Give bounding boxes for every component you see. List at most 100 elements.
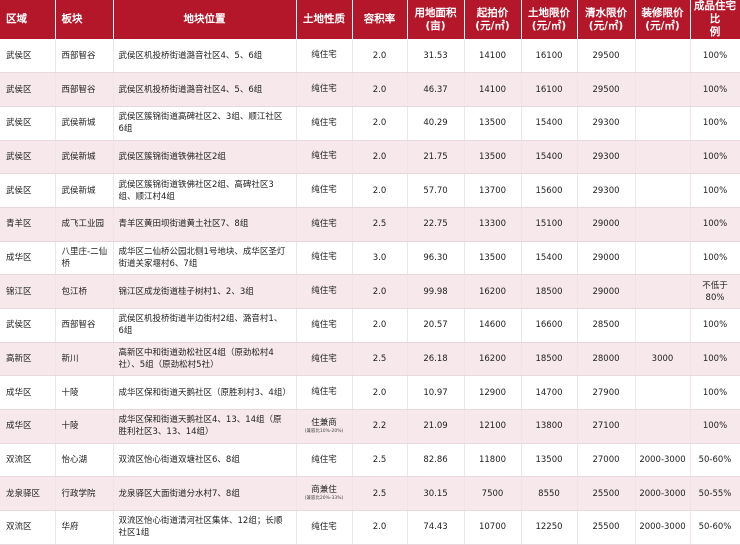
- cell-plot-ratio: 2.0: [352, 106, 408, 141]
- cell-land-limit: 16100: [521, 72, 578, 107]
- cell-finished-ratio: 100%: [690, 39, 740, 74]
- cell-land-limit: 15400: [521, 241, 578, 276]
- cell-area: 31.53: [407, 39, 465, 74]
- cell-sector: 八里庄-二仙桥: [55, 241, 114, 276]
- cell-land-limit: 15400: [521, 106, 578, 141]
- nature-label: 纯住宅: [311, 50, 337, 61]
- cell-water-limit: 29000: [577, 274, 636, 309]
- cell-nature: 纯住宅: [296, 241, 353, 276]
- cell-plot-ratio: 2.5: [352, 342, 408, 377]
- cell-water-limit: 27100: [577, 409, 636, 444]
- cell-water-limit: 25500: [577, 510, 636, 545]
- cell-plot-ratio: 2.0: [352, 173, 408, 208]
- nature-label: 纯住宅: [311, 117, 337, 128]
- cell-land-limit: 15100: [521, 207, 578, 242]
- cell-nature: 纯住宅: [296, 140, 353, 175]
- cell-sector: 十陵: [55, 409, 114, 444]
- cell-finished-ratio: 100%: [690, 241, 740, 276]
- cell-start-price: 7500: [464, 476, 522, 512]
- cell-plot-ratio: 2.0: [352, 72, 408, 107]
- cell-plot-ratio: 3.0: [352, 241, 408, 276]
- cell-deco-limit: 2000-3000: [635, 510, 691, 545]
- cell-district: 武侯区: [0, 39, 56, 74]
- cell-water-limit: 29500: [577, 39, 636, 74]
- cell-water-limit: 28500: [577, 308, 636, 343]
- cell-district: 青羊区: [0, 207, 56, 242]
- cell-water-limit: 29300: [577, 173, 636, 208]
- cell-nature: 纯住宅: [296, 173, 353, 208]
- land-auction-table: 区域 板块 地块位置 土地性质 容积率 用地面积 (亩) 起拍价 (元/㎡) 土地限…: [0, 0, 740, 545]
- cell-water-limit: 29000: [577, 207, 636, 242]
- nature-label: 纯住宅: [311, 151, 337, 162]
- cell-sector: 十陵: [55, 375, 114, 411]
- cell-district: 武侯区: [0, 173, 56, 208]
- cell-finished-ratio: 100%: [690, 308, 740, 343]
- cell-area: 20.57: [407, 308, 465, 343]
- table-row: 高新区 新川 高新区中和街道劲松社区4组（原劲松村4社）、5组（原劲松村5社） 纯住宅…: [0, 342, 740, 377]
- header-area: 用地面积 (亩): [407, 0, 465, 39]
- cell-location: 锦江区成龙街道桂子树村1、2、3组: [113, 274, 297, 309]
- cell-location: 武侯区簇锦街道铁佛社区2组: [113, 140, 297, 175]
- table-row: 成华区 八里庄-二仙桥 成华区二仙桥公园北侧1号地块、成华区圣灯街道关家堰村6、7组…: [0, 241, 740, 276]
- cell-district: 武侯区: [0, 72, 56, 107]
- table-row: 武侯区 西部智谷 武侯区机投桥街道潞音社区4、5、6组 纯住宅 2.0 31.53 1410…: [0, 39, 740, 74]
- header-nature: 土地性质: [296, 0, 353, 39]
- cell-area: 82.86: [407, 443, 465, 478]
- cell-start-price: 14100: [464, 72, 522, 107]
- table-row: 双流区 怡心湖 双流区怡心街道双塘社区6、8组 纯住宅 2.5 82.86 11800 135…: [0, 443, 740, 478]
- cell-start-price: 13500: [464, 140, 522, 175]
- cell-nature: 纯住宅: [296, 375, 353, 411]
- cell-finished-ratio: 100%: [690, 140, 740, 175]
- header-deco-limit: 装修限价 (元/㎡): [635, 0, 691, 39]
- cell-district: 成华区: [0, 241, 56, 276]
- table-row: 双流区 华府 双流区怡心街道清河社区集体、12组；长顺社区1组 纯住宅 2.0 74.43…: [0, 510, 740, 545]
- cell-plot-ratio: 2.0: [352, 140, 408, 175]
- cell-area: 40.29: [407, 106, 465, 141]
- cell-land-limit: 18500: [521, 274, 578, 309]
- cell-sector: 怡心湖: [55, 443, 114, 478]
- cell-district: 高新区: [0, 342, 56, 377]
- cell-area: 99.98: [407, 274, 465, 309]
- cell-deco-limit: [635, 173, 691, 208]
- cell-sector: 武侯新城: [55, 106, 114, 141]
- nature-label: 纯住宅: [311, 454, 337, 465]
- cell-water-limit: 28000: [577, 342, 636, 377]
- cell-finished-ratio: 50-60%: [690, 510, 740, 545]
- cell-location: 双流区怡心街道清河社区集体、12组；长顺社区1组: [113, 510, 297, 545]
- cell-area: 74.43: [407, 510, 465, 545]
- cell-location: 双流区怡心街道双塘社区6、8组: [113, 443, 297, 478]
- cell-sector: 成飞工业园: [55, 207, 114, 242]
- cell-area: 21.09: [407, 409, 465, 444]
- cell-area: 21.75: [407, 140, 465, 175]
- cell-start-price: 16200: [464, 274, 522, 309]
- cell-area: 96.30: [407, 241, 465, 276]
- cell-location: 青羊区黄田坝街道黄土社区7、8组: [113, 207, 297, 242]
- cell-area: 30.15: [407, 476, 465, 512]
- cell-plot-ratio: 2.5: [352, 207, 408, 242]
- cell-start-price: 12900: [464, 375, 522, 411]
- cell-district: 龙泉驿区: [0, 476, 56, 512]
- cell-start-price: 10700: [464, 510, 522, 545]
- header-water-limit: 清水限价 (元/㎡): [577, 0, 636, 39]
- cell-location: 武侯区机投桥街道半边街村2组、潞音村1、6组: [113, 308, 297, 343]
- cell-plot-ratio: 2.0: [352, 308, 408, 343]
- cell-location: 龙泉驿区大面街道分水村7、8组: [113, 476, 297, 512]
- nature-label: 纯住宅: [311, 319, 337, 330]
- nature-note: (兼容比20%-33%): [304, 496, 344, 502]
- cell-deco-limit: [635, 375, 691, 411]
- cell-start-price: 11800: [464, 443, 522, 478]
- cell-plot-ratio: 2.0: [352, 375, 408, 411]
- table-row: 龙泉驿区 行政学院 龙泉驿区大面街道分水村7、8组 商兼住 (兼容比20%-33%) 2.…: [0, 476, 740, 512]
- cell-nature: 纯住宅: [296, 39, 353, 74]
- cell-location: 武侯区簇锦街道高碑社区2、3组、顺江社区6组: [113, 106, 297, 141]
- cell-district: 武侯区: [0, 308, 56, 343]
- nature-label: 纯住宅: [311, 286, 337, 297]
- cell-land-limit: 14700: [521, 375, 578, 411]
- cell-area: 10.97: [407, 375, 465, 411]
- cell-deco-limit: [635, 308, 691, 343]
- cell-land-limit: 8550: [521, 476, 578, 512]
- cell-district: 武侯区: [0, 140, 56, 175]
- nature-label: 纯住宅: [311, 353, 337, 364]
- cell-sector: 新川: [55, 342, 114, 377]
- header-start-price: 起拍价 (元/㎡): [464, 0, 522, 39]
